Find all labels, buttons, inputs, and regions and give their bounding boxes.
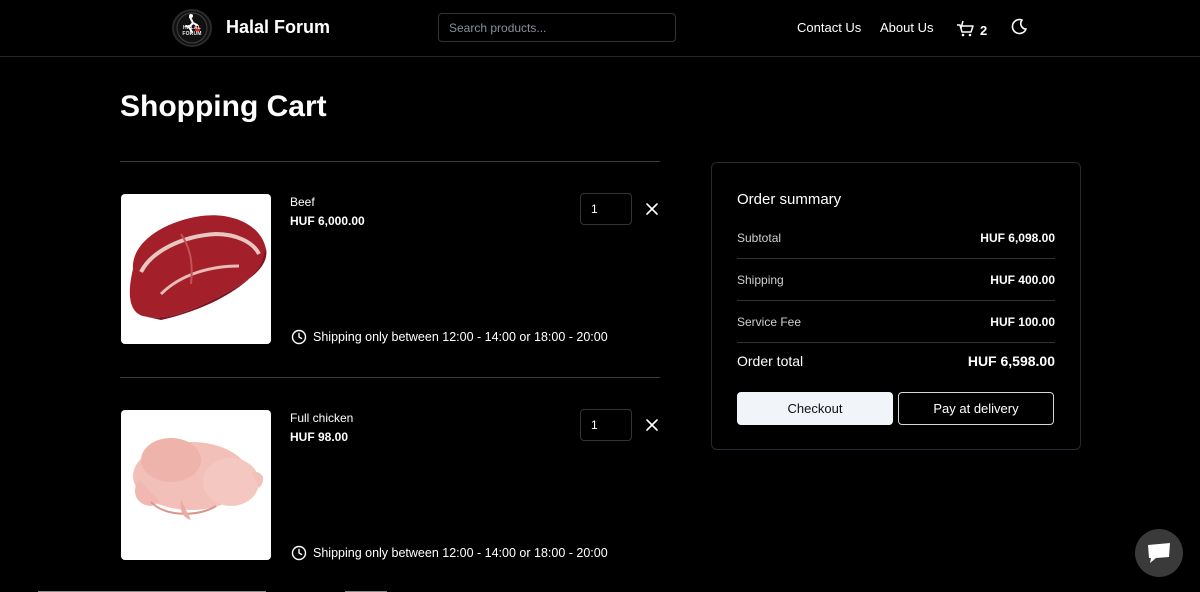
summary-value: HUF 100.00 [990, 314, 1055, 329]
shipping-note-text: Shipping only between 12:00 - 14:00 or 1… [313, 330, 608, 344]
summary-label: Service Fee [737, 314, 802, 329]
order-summary-panel: Order summary Subtotal HUF 6,098.00 Ship… [711, 162, 1081, 450]
nav-about-us[interactable]: About Us [880, 20, 933, 35]
chicken-illustration [133, 438, 264, 520]
order-total-label: Order total [737, 353, 804, 369]
shipping-note: Shipping only between 12:00 - 14:00 or 1… [291, 329, 608, 345]
summary-value: HUF 400.00 [990, 272, 1055, 287]
chicken-product-image[interactable] [121, 410, 271, 560]
cart-divider [120, 377, 660, 378]
summary-value: HUF 6,098.00 [980, 230, 1055, 245]
cart-divider [120, 161, 660, 162]
logo-text: HALAL FORUM [182, 25, 202, 37]
summary-row-service-fee: Service Fee HUF 100.00 [737, 301, 1055, 343]
top-navbar: HALAL FORUM Halal Forum Contact Us About… [0, 0, 1200, 57]
quantity-input[interactable] [580, 409, 632, 441]
checkout-button[interactable]: Checkout [737, 392, 893, 425]
summary-label: Shipping [737, 272, 784, 287]
quantity-input[interactable] [580, 193, 632, 225]
pay-at-delivery-button[interactable]: Pay at delivery [898, 392, 1054, 425]
beef-illustration [129, 215, 267, 320]
nav-contact-us[interactable]: Contact Us [797, 20, 861, 35]
cart-item-price: HUF 6,000.00 [290, 214, 365, 228]
shipping-note-text: Shipping only between 12:00 - 14:00 or 1… [313, 546, 608, 560]
moon-icon[interactable] [1010, 18, 1028, 36]
summary-row-subtotal: Subtotal HUF 6,098.00 [737, 217, 1055, 259]
search-input[interactable] [438, 13, 676, 42]
cart-item-name[interactable]: Full chicken [290, 411, 353, 425]
shipping-note: Shipping only between 12:00 - 14:00 or 1… [291, 545, 608, 561]
beef-product-image[interactable] [121, 194, 271, 344]
cart-item-name[interactable]: Beef [290, 195, 315, 209]
cart-item-price: HUF 98.00 [290, 430, 349, 444]
clock-icon [291, 329, 307, 345]
page-title: Shopping Cart [120, 90, 327, 123]
chat-widget-button[interactable] [1135, 529, 1183, 577]
cart-icon[interactable] [956, 19, 976, 37]
order-total-row: Order total HUF 6,598.00 [737, 353, 1055, 369]
brand-name[interactable]: Halal Forum [226, 17, 330, 38]
brand-logo[interactable]: HALAL FORUM [172, 9, 212, 47]
order-summary-title: Order summary [737, 191, 842, 208]
cart-count-badge[interactable]: 2 [980, 23, 987, 38]
chat-icon [1148, 543, 1170, 563]
order-total-value: HUF 6,598.00 [967, 353, 1055, 369]
clock-icon [291, 545, 307, 561]
summary-row-shipping: Shipping HUF 400.00 [737, 259, 1055, 301]
summary-label: Subtotal [737, 230, 782, 245]
remove-item-icon[interactable] [645, 418, 659, 432]
remove-item-icon[interactable] [645, 202, 659, 216]
